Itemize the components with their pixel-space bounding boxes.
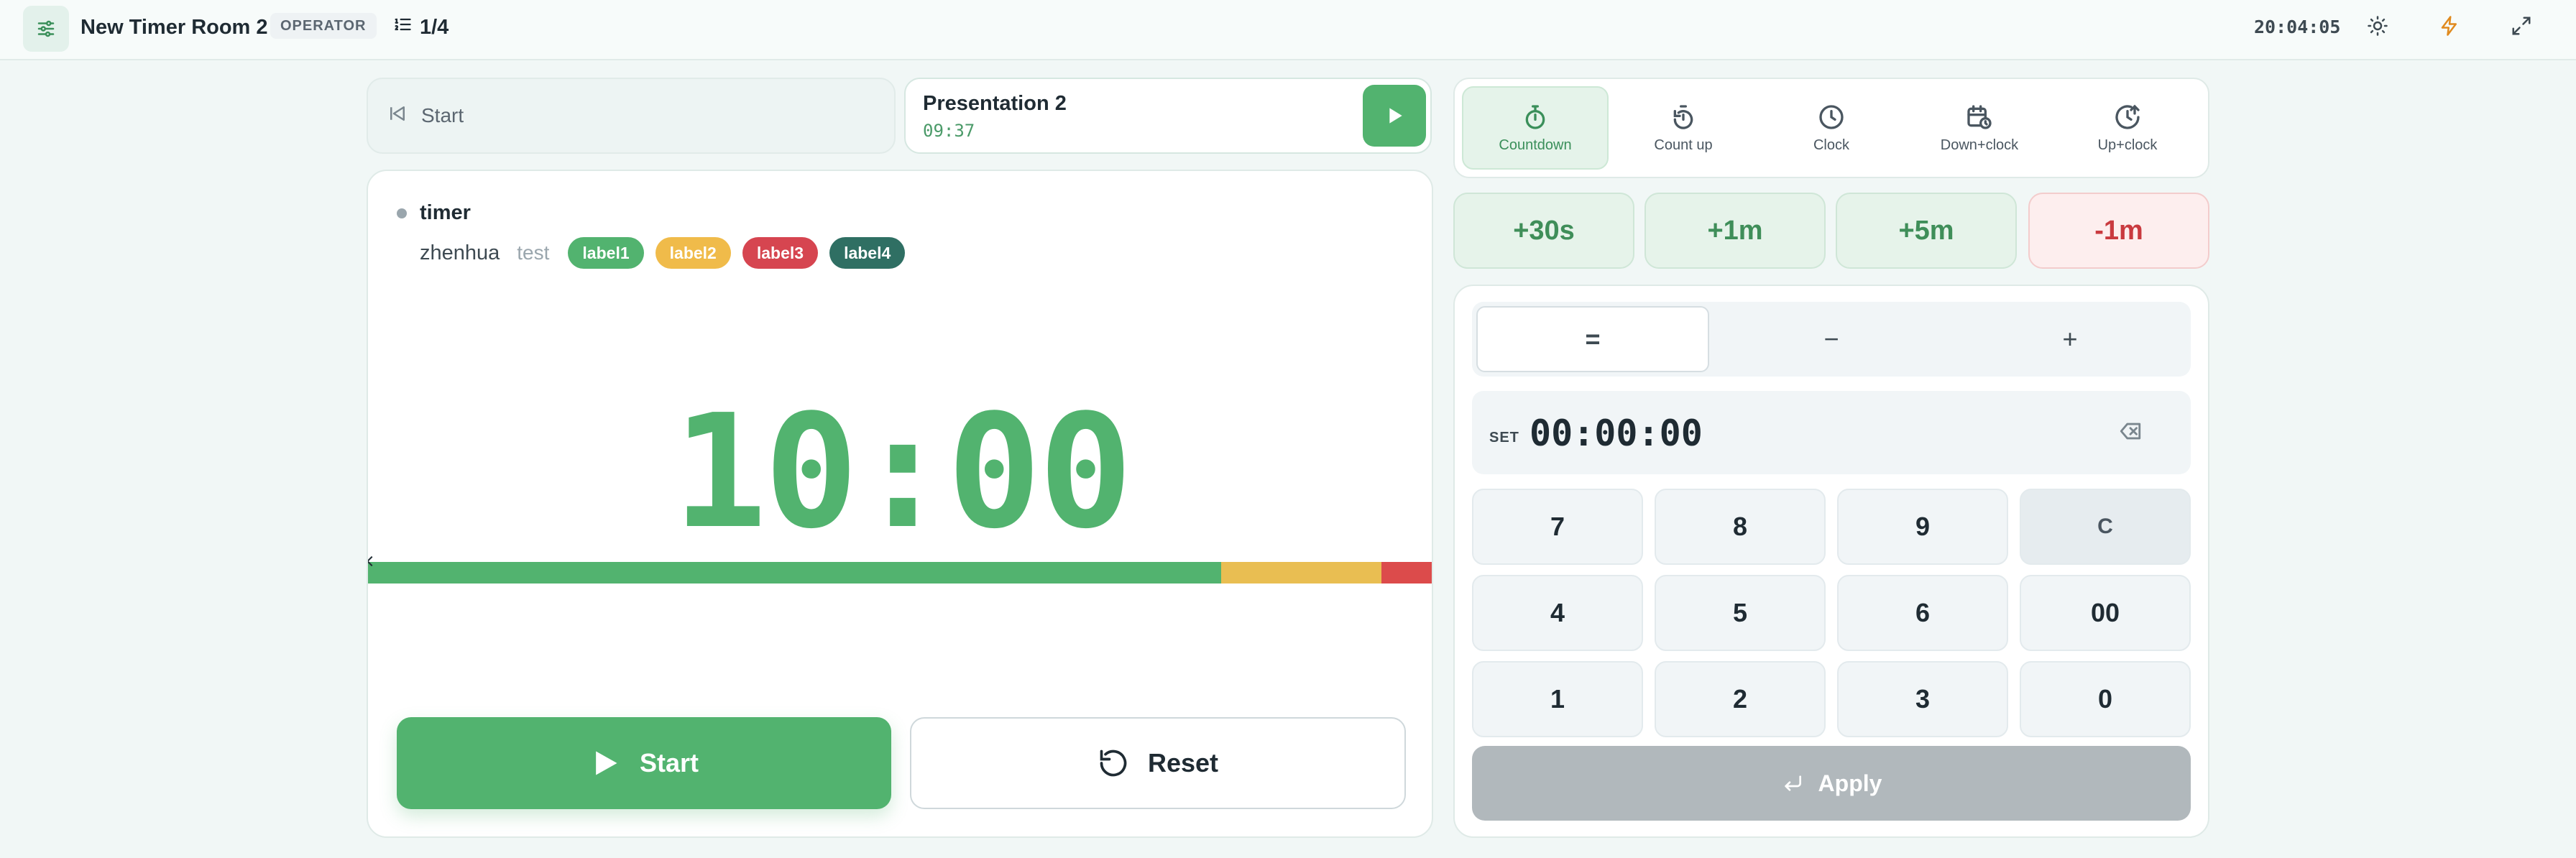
key-3[interactable]: 3 [1837, 661, 2008, 737]
reset-button-label: Reset [1147, 748, 1219, 778]
list-ordered-icon [392, 14, 413, 40]
label-tag: label1 [568, 237, 644, 269]
add-1m-button[interactable]: +1m [1644, 193, 1826, 269]
label-tag: label2 [655, 237, 731, 269]
key-00[interactable]: 00 [2020, 575, 2191, 651]
sun-icon[interactable] [2362, 10, 2393, 42]
key-5[interactable]: 5 [1655, 575, 1826, 651]
add-5m-button[interactable]: +5m [1836, 193, 2017, 269]
mode-down-clock[interactable]: Down+clock [1906, 86, 2053, 170]
previous-timer-button[interactable]: Start [367, 78, 896, 154]
expand-icon[interactable] [2506, 10, 2537, 42]
key-7[interactable]: 7 [1472, 489, 1643, 565]
reset-button[interactable]: Reset [910, 717, 1406, 809]
clock-icon [1819, 104, 1844, 129]
role-badge: OPERATOR [270, 13, 377, 39]
timer-notes: test [517, 241, 550, 264]
previous-timer-label: Start [421, 104, 464, 126]
mode-up-clock[interactable]: Up+clock [2054, 86, 2201, 170]
progress-yellow-segment [1221, 562, 1381, 583]
play-icon [1389, 108, 1402, 124]
key-4[interactable]: 4 [1472, 575, 1643, 651]
op-subtract-button[interactable]: − [1715, 306, 1948, 372]
timer-meta-row: zhenhua test label1 label2 label3 label4 [420, 237, 906, 269]
mode-clock[interactable]: Clock [1758, 86, 1905, 170]
timer-name-row: timer [397, 201, 471, 225]
mode-label: Count up [1654, 137, 1713, 153]
sliders-icon[interactable] [23, 6, 69, 52]
enter-icon [1784, 775, 1801, 791]
progress-bar [368, 562, 1432, 583]
key-6[interactable]: 6 [1837, 575, 2008, 651]
mode-label: Countdown [1499, 137, 1572, 153]
next-timer-duration: 09:37 [923, 121, 975, 141]
calendar-clock-icon [1967, 104, 1992, 129]
progress-red-segment [1381, 562, 1432, 583]
room-title[interactable]: New Timer Room 2 [80, 13, 268, 42]
subtract-1m-button[interactable]: -1m [2028, 193, 2209, 269]
counter-text: 1/4 [420, 15, 449, 39]
time-keypad: = − + SET 00:00:00 7 8 9 C 4 5 6 00 1 2 … [1453, 285, 2209, 838]
mode-label: Clock [1813, 137, 1849, 153]
key-9[interactable]: 9 [1837, 489, 2008, 565]
start-button-label: Start [639, 748, 699, 778]
set-time-value: 00:00:00 [1530, 412, 1703, 454]
set-time-field[interactable]: SET 00:00:00 [1472, 391, 2191, 474]
op-add-button[interactable]: + [1954, 306, 2186, 372]
mode-label: Down+clock [1940, 137, 2019, 153]
next-timer-card[interactable]: Presentation 2 09:37 [904, 78, 1432, 154]
play-icon [596, 751, 617, 775]
op-set-button[interactable]: = [1476, 306, 1709, 372]
timer-name[interactable]: timer [420, 201, 471, 225]
timer-position-counter[interactable]: 1/4 [392, 13, 448, 42]
top-bar: New Timer Room 2 OPERATOR 1/4 20:04:05 [0, 0, 2576, 60]
key-clear[interactable]: C [2020, 489, 2191, 565]
clock-up-icon [2115, 104, 2140, 129]
reset-icon [1100, 749, 1127, 777]
current-time: 20:04:05 [2254, 17, 2341, 37]
timer-up-icon [1673, 104, 1693, 129]
label-tag: label3 [742, 237, 819, 269]
next-timer-title: Presentation 2 [923, 92, 1067, 115]
status-dot [397, 208, 407, 218]
backspace-icon[interactable] [2116, 417, 2145, 446]
stopwatch-icon [1525, 104, 1545, 129]
apply-button[interactable]: Apply [1472, 746, 2191, 821]
key-8[interactable]: 8 [1655, 489, 1826, 565]
operation-selector: = − + [1472, 302, 2191, 377]
countdown-display: 10:00 [672, 382, 1133, 563]
speaker-name: zhenhua [420, 241, 500, 264]
play-next-button[interactable] [1363, 85, 1426, 147]
add-30s-button[interactable]: +30s [1453, 193, 1634, 269]
label-tag: label4 [829, 237, 906, 269]
key-1[interactable]: 1 [1472, 661, 1643, 737]
bolt-icon[interactable] [2434, 10, 2465, 42]
key-2[interactable]: 2 [1655, 661, 1826, 737]
timer-mode-selector: Countdown Count up Clock Down+clock Up+c… [1453, 78, 2209, 178]
progress-green-segment [368, 562, 1222, 583]
key-0[interactable]: 0 [2020, 661, 2191, 737]
mode-countdown[interactable]: Countdown [1462, 86, 1609, 170]
start-button[interactable]: Start [397, 717, 891, 809]
apply-button-label: Apply [1818, 770, 1882, 796]
skip-back-icon [387, 103, 408, 129]
set-label: SET [1489, 430, 1519, 446]
mode-label: Up+clock [2097, 137, 2158, 153]
mode-count-up[interactable]: Count up [1610, 86, 1757, 170]
timer-display-card: timer zhenhua test label1 label2 label3 … [367, 170, 1433, 838]
